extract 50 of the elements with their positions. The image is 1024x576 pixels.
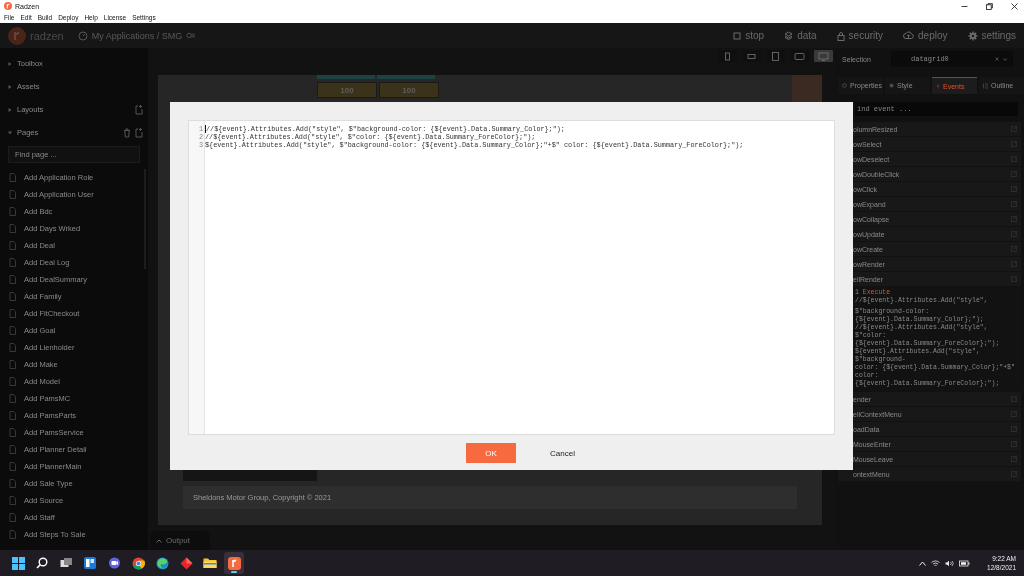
clear-icon[interactable]	[995, 57, 999, 61]
close-icon[interactable]	[1011, 2, 1018, 10]
gauge-icon[interactable]	[77, 30, 88, 41]
column-strip	[792, 75, 822, 105]
monitor-icon	[818, 51, 829, 61]
caret-down-icon[interactable]	[8, 130, 12, 135]
text-cursor	[205, 125, 206, 133]
stop-icon[interactable]	[733, 31, 742, 40]
grid-cell: 100	[317, 82, 377, 98]
folder-icon[interactable]	[203, 557, 217, 569]
app-logo-icon[interactable]	[227, 556, 241, 570]
wifi-icon[interactable]	[931, 559, 941, 567]
device-button[interactable]	[814, 50, 833, 62]
logo-icon	[8, 26, 26, 45]
edge-icon[interactable]	[155, 556, 169, 570]
restore-icon[interactable]	[986, 2, 993, 10]
widgets-icon[interactable]	[84, 557, 96, 569]
chevron-down-icon[interactable]	[1003, 57, 1007, 61]
trash-icon[interactable]	[123, 127, 131, 138]
battery-icon[interactable]	[959, 559, 971, 567]
lock-icon[interactable]	[836, 30, 845, 41]
volume-icon[interactable]	[945, 559, 955, 567]
grid-cell: 100	[379, 82, 439, 98]
monitor-icon	[794, 51, 805, 61]
circle-icon	[842, 83, 847, 88]
start-icon[interactable]	[11, 556, 25, 570]
diamond-icon[interactable]	[179, 556, 193, 570]
header-action[interactable]: settings	[981, 30, 1016, 41]
task-view-icon[interactable]	[59, 557, 73, 569]
cloud-upload-icon[interactable]	[903, 31, 915, 40]
output-tab[interactable]: Output	[150, 531, 210, 550]
chat-icon[interactable]	[107, 557, 121, 569]
header-action[interactable]: stop	[745, 30, 765, 41]
search-icon[interactable]	[36, 557, 48, 569]
list-icon	[983, 82, 988, 89]
lightning-icon	[936, 83, 940, 89]
new-page-icon[interactable]	[134, 104, 143, 115]
chrome-icon[interactable]	[131, 556, 145, 570]
caret-up-icon	[156, 538, 162, 543]
new-page-icon[interactable]	[134, 127, 143, 138]
gear-icon[interactable]	[967, 30, 978, 41]
tablet-icon	[770, 51, 781, 61]
layers-icon[interactable]	[784, 31, 794, 40]
header-action[interactable]: security	[848, 30, 884, 41]
phone-icon	[722, 51, 733, 61]
header-action[interactable]: deploy	[918, 30, 948, 41]
header-action[interactable]: data	[797, 30, 817, 41]
chevron-up-icon[interactable]	[919, 560, 927, 566]
phone-icon	[746, 51, 757, 61]
cancel-button[interactable]: Cancel	[542, 443, 583, 463]
